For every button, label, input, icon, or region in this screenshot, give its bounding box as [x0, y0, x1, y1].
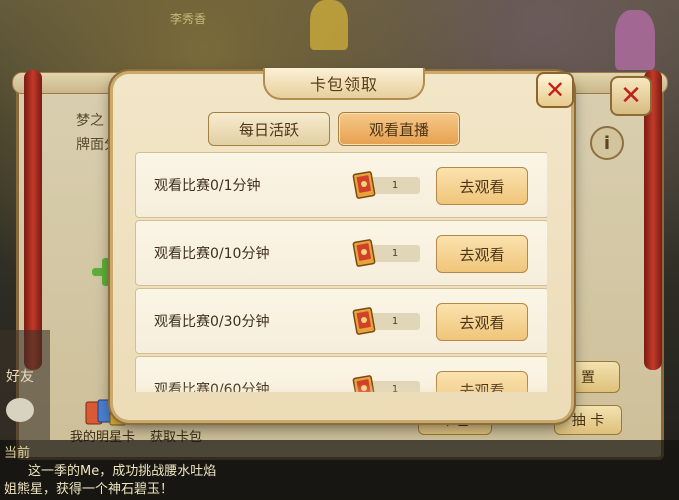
go-watch-button[interactable]: 去观看 — [436, 167, 528, 205]
list-scroll-fade — [131, 384, 551, 414]
chat-message: 这一季的Me，成功挑战腰水吐焰 — [28, 464, 217, 479]
character-sprite — [615, 10, 655, 70]
background-close-button[interactable]: ✕ — [610, 76, 652, 116]
dialog-title: 卡包领取 — [263, 68, 425, 100]
npc-name: 李秀香 — [170, 12, 207, 26]
go-watch-button[interactable]: 去观看 — [436, 235, 528, 273]
task-list[interactable]: 观看比赛0/1分钟 1 去观看 观看比赛0/10分钟 1 去观看 观看比赛0/3… — [135, 152, 547, 392]
card-pack-claim-dialog: 卡包领取 ✕ 每日活跃 观看直播 观看比赛0/1分钟 1 去观看 观看比赛0/1… — [113, 68, 574, 420]
tab-daily-activity[interactable]: 每日活跃 — [208, 112, 330, 146]
tab-watch-live[interactable]: 观看直播 — [338, 112, 460, 146]
chat-bubble-icon[interactable] — [6, 398, 34, 422]
tab-bar: 每日活跃 观看直播 — [208, 112, 460, 146]
close-icon: ✕ — [544, 76, 566, 104]
panel-label: 梦之 — [76, 113, 104, 129]
card-pack-icon — [352, 307, 376, 335]
card-pack-icon — [352, 171, 376, 199]
panel-label: 牌面分 — [76, 137, 118, 153]
friends-label: 好友 — [6, 369, 34, 385]
card-pack-icon — [352, 239, 376, 267]
close-button[interactable]: ✕ — [536, 72, 574, 108]
task-row: 观看比赛0/10分钟 1 去观看 — [135, 220, 547, 286]
chat-message: 姐熊星，获得一个神石碧玉！ — [4, 482, 174, 497]
chat-channel: 当前 — [4, 446, 31, 461]
go-watch-button[interactable]: 去观看 — [436, 303, 528, 341]
task-label: 观看比赛0/1分钟 — [154, 178, 261, 194]
chat-panel: 当前 这一季的Me，成功挑战腰水吐焰 姐熊星，获得一个神石碧玉！ — [0, 440, 679, 500]
character-sprite — [310, 0, 348, 50]
task-row: 观看比赛0/1分钟 1 去观看 — [135, 152, 547, 218]
task-row: 观看比赛0/30分钟 1 去观看 — [135, 288, 547, 354]
scroll-rod-left — [24, 70, 42, 370]
task-label: 观看比赛0/10分钟 — [154, 246, 270, 262]
task-label: 观看比赛0/30分钟 — [154, 314, 270, 330]
info-icon[interactable]: i — [590, 126, 624, 160]
